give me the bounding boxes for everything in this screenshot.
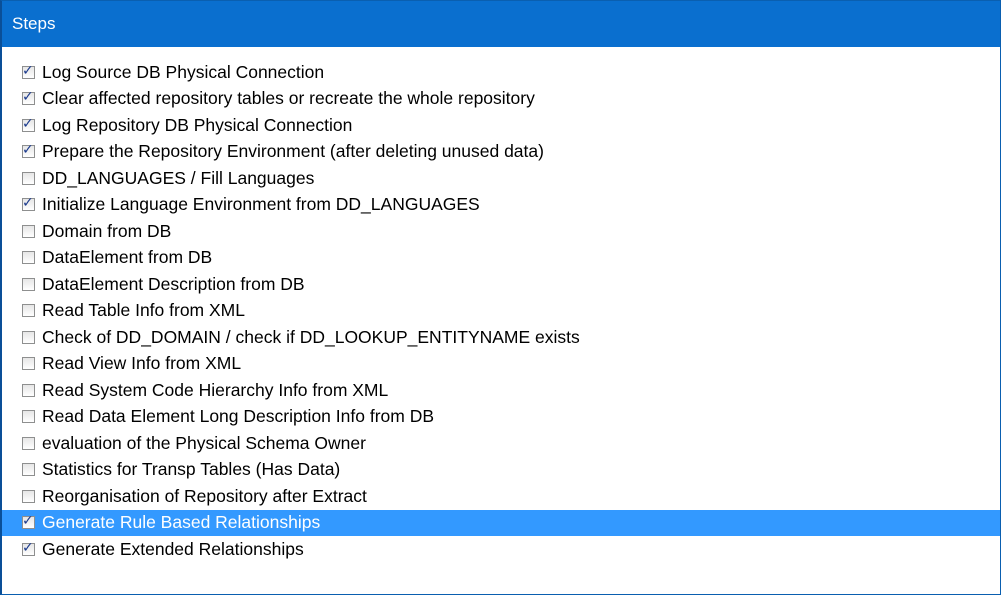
step-checkbox[interactable]: ✓ xyxy=(22,89,35,106)
step-row[interactable]: ✓ Generate Extended Relationships xyxy=(2,536,1000,563)
step-row[interactable]: Domain from DB xyxy=(2,218,1000,245)
step-label: Initialize Language Environment from DD_… xyxy=(42,194,480,215)
step-row[interactable]: Read Data Element Long Description Info … xyxy=(2,404,1000,431)
step-label: Read Table Info from XML xyxy=(42,300,245,321)
step-label: evaluation of the Physical Schema Owner xyxy=(42,432,366,453)
checkmark-icon: ✓ xyxy=(22,195,34,212)
step-checkbox[interactable]: ✓ xyxy=(22,195,35,212)
step-row[interactable]: evaluation of the Physical Schema Owner xyxy=(2,430,1000,457)
step-label: Generate Extended Relationships xyxy=(42,538,304,559)
step-label: Read System Code Hierarchy Info from XML xyxy=(42,379,389,400)
step-checkbox[interactable] xyxy=(22,304,35,318)
step-checkbox[interactable] xyxy=(22,489,35,503)
checkmark-icon: ✓ xyxy=(22,539,34,556)
step-row[interactable]: DD_LANGUAGES / Fill Languages xyxy=(2,165,1000,192)
steps-header: Steps xyxy=(2,1,1000,47)
step-label: Reorganisation of Repository after Extra… xyxy=(42,485,367,506)
step-checkbox[interactable] xyxy=(22,224,35,238)
step-checkbox[interactable] xyxy=(22,277,35,291)
steps-header-title: Steps xyxy=(12,14,56,33)
step-label: Statistics for Transp Tables (Has Data) xyxy=(42,459,341,480)
step-row[interactable]: ✓ Log Repository DB Physical Connection xyxy=(2,112,1000,139)
checkmark-icon: ✓ xyxy=(22,115,34,132)
step-checkbox[interactable]: ✓ xyxy=(22,513,35,530)
step-label: Clear affected repository tables or recr… xyxy=(42,88,535,109)
step-label: Generate Rule Based Relationships xyxy=(42,512,321,533)
step-row[interactable]: Reorganisation of Repository after Extra… xyxy=(2,483,1000,510)
steps-panel: Steps ✓ Log Source DB Physical Connection… xyxy=(0,0,1001,595)
steps-checklist: ✓ Log Source DB Physical Connection ✓ Clear… xyxy=(2,59,1000,563)
checkmark-icon: ✓ xyxy=(22,89,34,106)
step-row[interactable]: Statistics for Transp Tables (Has Data) xyxy=(2,457,1000,484)
step-checkbox[interactable]: ✓ xyxy=(22,540,35,556)
step-row[interactable]: ✓ Initialize Language Environment from DD… xyxy=(2,192,1000,219)
step-checkbox[interactable] xyxy=(22,383,35,397)
step-checkbox[interactable] xyxy=(22,463,35,477)
step-label: Read View Info from XML xyxy=(42,353,242,374)
step-checkbox[interactable] xyxy=(22,251,35,265)
step-row[interactable]: ✓ Prepare the Repository Environment (aft… xyxy=(2,139,1000,166)
step-checkbox[interactable]: ✓ xyxy=(22,63,35,79)
step-label: Log Repository DB Physical Connection xyxy=(42,114,353,135)
step-label: Domain from DB xyxy=(42,220,172,241)
step-row[interactable]: DataElement Description from DB xyxy=(2,271,1000,298)
step-row[interactable]: DataElement from DB xyxy=(2,245,1000,272)
step-label: DataElement from DB xyxy=(42,247,213,268)
step-label: Prepare the Repository Environment (afte… xyxy=(42,141,544,162)
step-row[interactable]: ✓ Generate Rule Based Relationships xyxy=(2,509,1000,536)
step-label: DD_LANGUAGES / Fill Languages xyxy=(42,167,315,188)
checkmark-icon: ✓ xyxy=(22,513,34,530)
step-checkbox[interactable] xyxy=(22,410,35,424)
checkmark-icon: ✓ xyxy=(22,62,34,79)
step-checkbox[interactable] xyxy=(22,171,35,185)
step-row[interactable]: Read Table Info from XML xyxy=(2,298,1000,325)
step-checkbox[interactable]: ✓ xyxy=(22,142,35,159)
step-label: Read Data Element Long Description Info … xyxy=(42,406,434,427)
step-row[interactable]: ✓ Clear affected repository tables or rec… xyxy=(2,86,1000,113)
step-row[interactable]: Read View Info from XML xyxy=(2,351,1000,378)
step-row[interactable]: Check of DD_DOMAIN / check if DD_LOOKUP_… xyxy=(2,324,1000,351)
step-label: Check of DD_DOMAIN / check if DD_LOOKUP_… xyxy=(42,326,580,347)
step-checkbox[interactable] xyxy=(22,436,35,450)
step-label: Log Source DB Physical Connection xyxy=(42,61,325,82)
step-checkbox[interactable]: ✓ xyxy=(22,116,35,132)
step-checkbox[interactable] xyxy=(22,357,35,371)
step-checkbox[interactable] xyxy=(22,330,35,344)
step-row[interactable]: ✓ Log Source DB Physical Connection xyxy=(2,59,1000,86)
checkmark-icon: ✓ xyxy=(22,142,34,159)
step-row[interactable]: Read System Code Hierarchy Info from XML xyxy=(2,377,1000,404)
step-label: DataElement Description from DB xyxy=(42,273,305,294)
